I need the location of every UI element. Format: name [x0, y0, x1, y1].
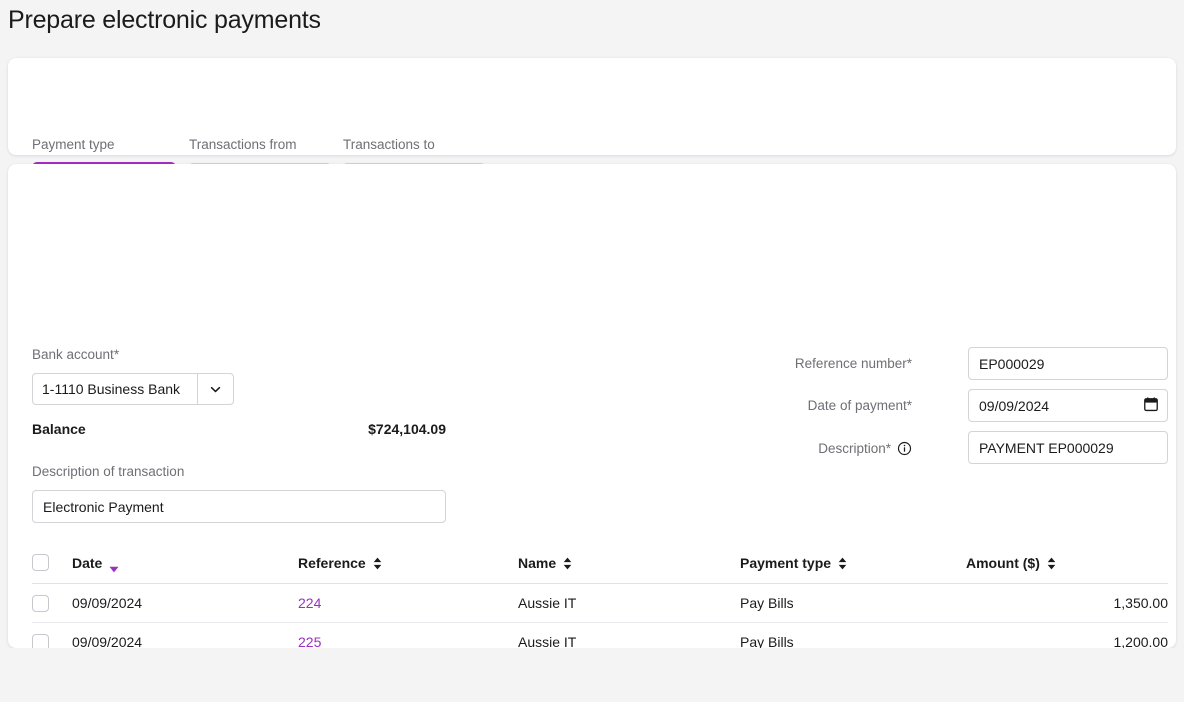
select-all-header: [32, 554, 72, 584]
date-of-payment-label: Date of payment*: [808, 398, 912, 413]
filter-card: Payment type Pay Bills Transactions from…: [8, 58, 1176, 195]
column-header-payment-type[interactable]: Payment type: [740, 554, 966, 584]
payment-type-label: Payment type: [32, 137, 115, 152]
column-header-amount-label: Amount ($): [966, 555, 1040, 571]
table-header: Date Reference Name Payment type Amount …: [32, 554, 1168, 584]
prepare-electronic-payments-page: Prepare electronic payments Payment type…: [0, 0, 1184, 702]
bank-account-value: 1-1110 Business Bank: [42, 381, 181, 397]
calendar-icon[interactable]: [1143, 396, 1159, 415]
column-header-payment-type-label: Payment type: [740, 555, 832, 571]
balance-value: $724,104.09: [368, 421, 446, 437]
column-header-date-cell[interactable]: Date: [72, 555, 119, 572]
reference-number-input[interactable]: [968, 347, 1168, 380]
column-header-date-label: Date: [72, 555, 103, 571]
payment-form-card: Bank account* 1-1110 Business Bank Balan…: [8, 164, 1176, 702]
description-label-text: Description: [818, 441, 886, 456]
bank-account-label-text: Bank account: [32, 347, 114, 362]
bank-account-select[interactable]: 1-1110 Business Bank: [32, 373, 234, 405]
description-label: Description*: [818, 441, 912, 456]
column-header-reference-label: Reference: [298, 555, 366, 571]
column-header-date[interactable]: Date: [72, 554, 298, 584]
row-checkbox[interactable]: [32, 594, 49, 612]
reference-number-label-text: Reference number: [794, 356, 907, 371]
column-header-name-label: Name: [518, 555, 557, 571]
column-header-amount[interactable]: Amount ($): [966, 554, 1168, 584]
required-asterisk: *: [906, 398, 912, 413]
required-asterisk: *: [906, 356, 912, 371]
date-of-payment-value: 09/09/2024: [979, 397, 1050, 414]
cell-name: Aussie IT: [518, 583, 740, 623]
date-of-payment-label-text: Date of payment: [807, 398, 907, 413]
cell-reference: 224: [298, 583, 518, 623]
column-header-reference-cell[interactable]: Reference: [298, 555, 382, 571]
select-all-checkbox[interactable]: [32, 554, 49, 571]
transactions-from-label: Transactions from: [189, 137, 297, 152]
bank-account-label: Bank account*: [32, 347, 119, 362]
balance-label: Balance: [32, 421, 86, 437]
column-header-amount-cell[interactable]: Amount ($): [966, 555, 1056, 571]
table-row[interactable]: 09/09/2024 224 Aussie IT Pay Bills 1,350.00: [32, 583, 1168, 623]
reference-number-label: Reference number*: [795, 356, 912, 371]
sort-none-icon[interactable]: [373, 557, 382, 570]
required-asterisk: *: [885, 441, 891, 456]
required-asterisk: *: [113, 347, 120, 362]
chevron-down-icon[interactable]: [197, 374, 233, 404]
cell-date: 09/09/2024: [72, 583, 298, 623]
column-header-reference[interactable]: Reference: [298, 554, 518, 584]
info-circle-icon[interactable]: [897, 441, 912, 456]
row-select-cell: [32, 583, 72, 623]
description-of-transaction-input[interactable]: [32, 490, 446, 523]
sort-none-icon[interactable]: [1047, 557, 1056, 570]
description-label-text-wrap: Description*: [818, 441, 891, 456]
date-of-payment-input[interactable]: 09/09/2024: [968, 389, 1168, 422]
sort-none-icon[interactable]: [838, 557, 847, 570]
column-header-name-cell[interactable]: Name: [518, 555, 572, 571]
bottom-action-bar: Learn more about electronic payment meth…: [0, 648, 1184, 702]
reference-link[interactable]: 224: [298, 595, 321, 611]
cell-amount: 1,350.00: [966, 583, 1168, 623]
column-header-payment-type-cell[interactable]: Payment type: [740, 555, 847, 571]
transactions-to-label: Transactions to: [343, 137, 435, 152]
description-input[interactable]: [968, 431, 1168, 464]
cell-payment-type: Pay Bills: [740, 583, 966, 623]
table-header-row: Date Reference Name Payment type Amount …: [32, 554, 1168, 584]
description-of-transaction-label: Description of transaction: [32, 464, 185, 479]
sort-descending-icon[interactable]: [109, 560, 119, 572]
page-title: Prepare electronic payments: [8, 6, 321, 34]
sort-none-icon[interactable]: [563, 557, 572, 570]
column-header-name[interactable]: Name: [518, 554, 740, 584]
